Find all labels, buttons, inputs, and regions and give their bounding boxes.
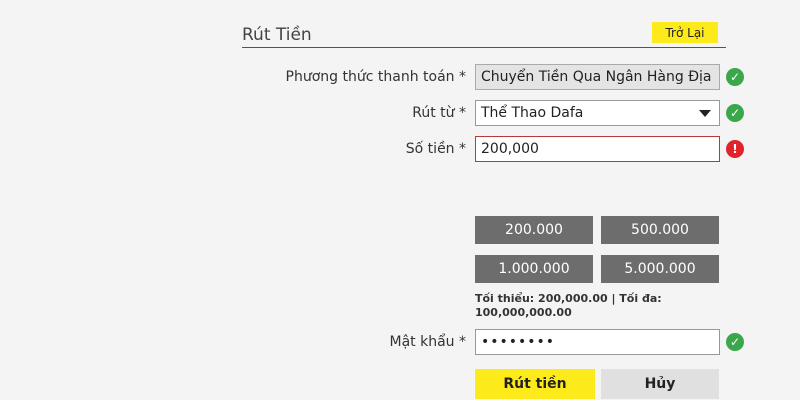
quick-amount-button[interactable]: 500.000 <box>601 216 719 244</box>
withdraw-submit-button[interactable]: Rút tiền <box>475 369 595 399</box>
check-circle-icon: ✓ <box>726 68 744 86</box>
withdraw-from-value: Thể Thao Dafa <box>481 105 584 121</box>
password-label: Mật khẩu * <box>389 334 466 350</box>
withdraw-from-select[interactable]: Thể Thao Dafa <box>475 100 720 126</box>
payment-method-row: Phương thức thanh toán * Chuyển Tiền Qua… <box>0 64 800 90</box>
dropdown-arrow-icon <box>699 110 711 117</box>
quick-amount-button[interactable]: 200.000 <box>475 216 593 244</box>
withdraw-page: Rút Tiền Trở Lại Phương thức thanh toán … <box>0 0 800 400</box>
quick-amount-button[interactable]: 1.000.000 <box>475 255 593 283</box>
cancel-button[interactable]: Hủy <box>601 369 719 399</box>
amount-input[interactable]: 200,000 <box>475 136 720 162</box>
withdraw-from-label: Rút từ * <box>412 105 466 121</box>
check-circle-icon: ✓ <box>726 333 744 351</box>
check-circle-icon: ✓ <box>726 104 744 122</box>
amount-limits: Tối thiểu: 200,000.00 | Tối đa: 100,000,… <box>475 292 662 319</box>
payment-method-field[interactable]: Chuyển Tiền Qua Ngân Hàng Địa <box>475 64 720 90</box>
amount-label: Số tiền * <box>405 141 466 157</box>
exclamation-circle-icon: ! <box>726 140 744 158</box>
withdraw-from-row: Rút từ * Thể Thao Dafa ✓ <box>0 100 800 126</box>
password-row: Mật khẩu * •••••••• ✓ <box>0 329 800 355</box>
amount-row: Số tiền * 200,000 ! <box>0 136 800 162</box>
page-title: Rút Tiền <box>242 25 312 45</box>
back-button[interactable]: Trở Lại <box>652 22 718 43</box>
password-input[interactable]: •••••••• <box>475 329 720 355</box>
page-header: Rút Tiền Trở Lại <box>242 22 726 48</box>
quick-amount-button[interactable]: 5.000.000 <box>601 255 719 283</box>
payment-method-label: Phương thức thanh toán * <box>285 69 466 85</box>
